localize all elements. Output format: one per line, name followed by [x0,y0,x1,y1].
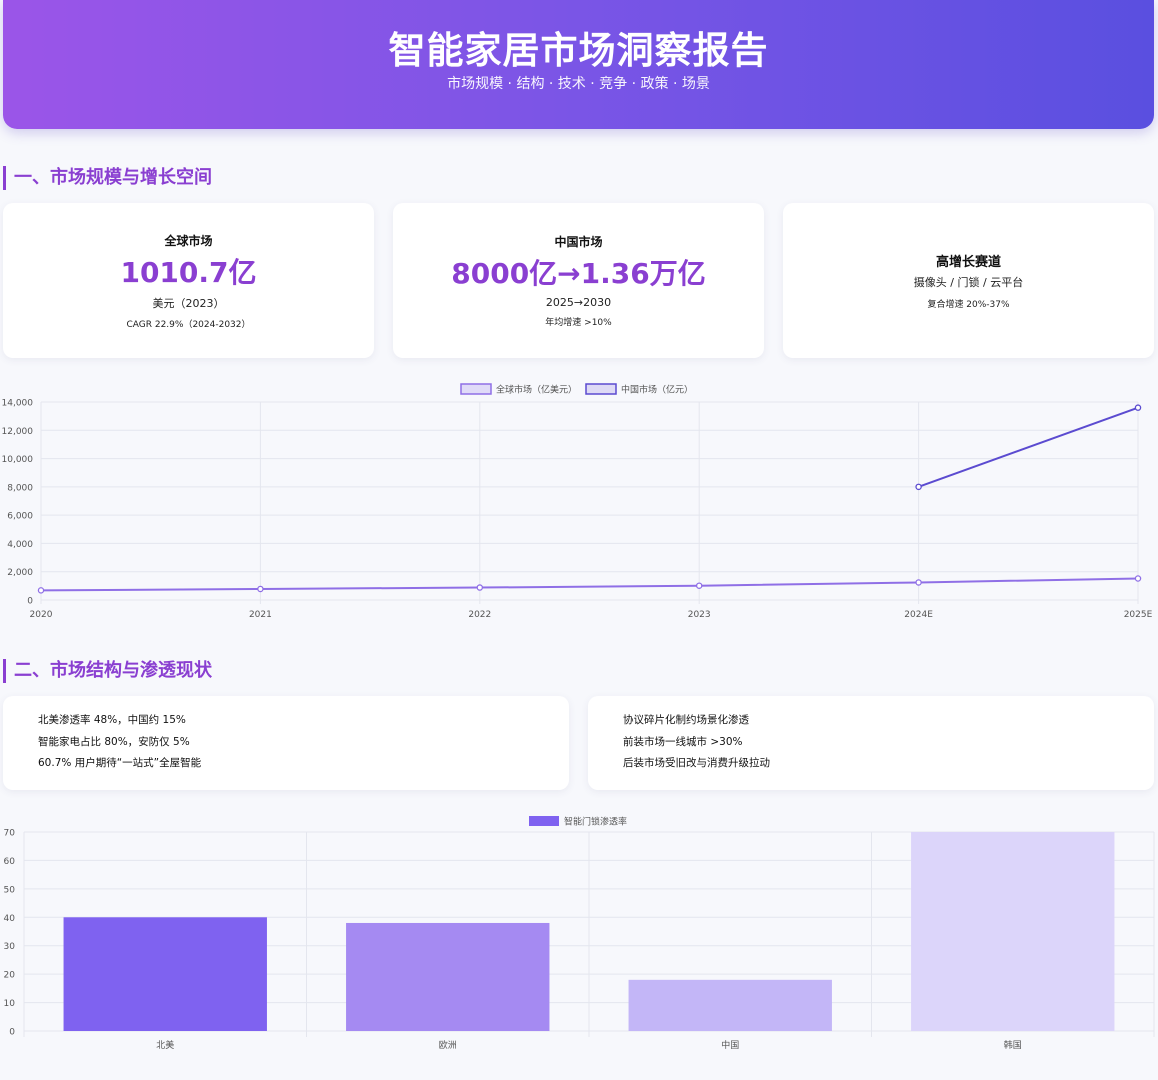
list-item: 后装市场受旧改与消费升级拉动 [623,757,770,769]
y-tick-label: 14,000 [2,399,34,409]
series-line [918,406,1139,488]
chart-legend: 全球市场（亿美元） 中国市场（亿元） [460,383,693,396]
kpi-unit: 美元（2023） [152,296,225,310]
x-tick-label: 2021 [249,610,272,620]
y-tick-label: 50 [4,885,16,895]
y-tick-label: 70 [4,829,16,839]
series-line [40,577,1139,592]
section-title-structure: 二、市场结构与渗透现状 [3,659,212,683]
kpi-card-growth-tracks: 高增长赛道 摄像头 / 门锁 / 云平台 复合增速 20%-37% [783,203,1154,358]
list-item: 60.7% 用户期待“一站式”全屋智能 [38,757,202,769]
kpi-label: 中国市场 [554,235,603,249]
kpi-line: 摄像头 / 门锁 / 云平台 [913,276,1024,289]
chart-legend: 智能门锁渗透率 [529,816,627,828]
kpi-value: 8000亿→1.36万亿 [451,257,706,290]
data-point [257,585,264,593]
bar [63,917,267,1031]
legend-label: 中国市场（亿元） [621,384,693,396]
kpi-note: 复合增速 20%-37% [927,300,1010,310]
x-tick-label: 2020 [30,610,53,620]
report-title: 智能家居市场洞察报告 [388,29,769,72]
legend-swatch [529,816,559,826]
bar [628,979,832,1031]
list-item: 北美渗透率 48%，中国约 15% [38,714,186,726]
section-title-market-size: 一、市场规模与增长空间 [3,166,212,190]
data-point [476,584,484,591]
x-tick-label: 韩国 [1004,1039,1022,1051]
list-item: 智能家电占比 80%，安防仅 5% [38,735,190,748]
kpi-card-global: 全球市场 1010.7亿 美元（2023） CAGR 22.9%（2024-20… [3,203,374,358]
legend-label: 全球市场（亿美元） [496,384,577,396]
structure-card-right: 协议碎片化制约场景化渗透 前装市场一线城市 >30% 后装市场受旧改与消费升级拉… [588,696,1154,790]
kpi-note: CAGR 22.9%（2024-2032） [126,319,251,330]
x-axis-ticks: 北美 欧洲 中国 韩国 [156,1039,1022,1051]
kpi-note: 年均增速 >10% [545,318,612,328]
x-axis-ticks: 2020 2021 2022 2023 2024E 2025E [30,610,1153,620]
data-point [695,582,703,589]
x-tick-label: 2023 [688,610,711,620]
y-tick-label: 2,000 [7,568,33,578]
legend-label: 智能门锁渗透率 [564,816,627,828]
kpi-label: 高增长赛道 [935,255,1001,270]
kpi-label: 全球市场 [164,233,213,248]
x-tick-label: 欧洲 [439,1039,457,1051]
kpi-card-china: 中国市场 8000亿→1.36万亿 2025→2030 年均增速 >10% [393,203,764,358]
data-point [1134,404,1142,411]
kpi-value: 1010.7亿 [120,255,257,289]
y-tick-label: 10,000 [2,455,34,465]
data-point [1134,575,1142,582]
x-tick-label: 中国 [721,1039,739,1051]
y-tick-label: 4,000 [7,540,33,550]
y-tick-label: 8,000 [7,483,33,493]
legend-swatch [585,383,617,395]
y-tick-label: 40 [4,914,16,924]
y-axis-ticks: 0 10 20 30 40 50 60 70 [4,829,16,1038]
door-lock-penetration-bar-chart: 智能门锁渗透率 0 10 20 30 40 50 60 70 北美 欧洲 中国 韩国 [4,816,1155,1051]
bar [911,832,1115,1031]
report-header: 智能家居市场洞察报告 市场规模 · 结构 · 技术 · 竞争 · 政策 · 场景 [3,0,1154,129]
y-tick-label: 0 [27,597,33,607]
x-tick-label: 北美 [156,1039,174,1051]
chart-series [37,404,1142,594]
x-tick-label: 2024E [904,610,933,620]
y-tick-label: 30 [4,942,16,952]
chart-grid [40,401,1139,604]
report-subtitle: 市场规模 · 结构 · 技术 · 竞争 · 政策 · 场景 [447,76,710,92]
structure-card-left: 北美渗透率 48%，中国约 15% 智能家电占比 80%，安防仅 5% 60.7… [3,696,569,790]
data-point [915,483,922,491]
y-tick-label: 20 [4,971,16,981]
y-tick-label: 0 [9,1028,15,1038]
kpi-unit: 2025→2030 [545,296,612,309]
list-item: 协议碎片化制约场景化渗透 [623,714,749,726]
legend-swatch [460,383,492,395]
y-tick-label: 10 [4,999,16,1009]
bar [346,922,550,1031]
x-tick-label: 2025E [1124,610,1153,620]
y-tick-label: 12,000 [2,427,34,437]
y-axis-ticks: 0 2,000 4,000 6,000 8,000 10,000 12,000 14,000 [2,399,34,607]
list-item: 前装市场一线城市 >30% [623,735,743,748]
data-point [37,587,45,594]
y-tick-label: 60 [4,857,16,867]
y-tick-label: 6,000 [7,512,33,522]
x-tick-label: 2022 [468,610,491,620]
market-size-line-chart: 全球市场（亿美元） 中国市场（亿元） 0 2,000 4,000 6,000 8,000 1… [2,383,1153,620]
data-point [915,579,922,586]
